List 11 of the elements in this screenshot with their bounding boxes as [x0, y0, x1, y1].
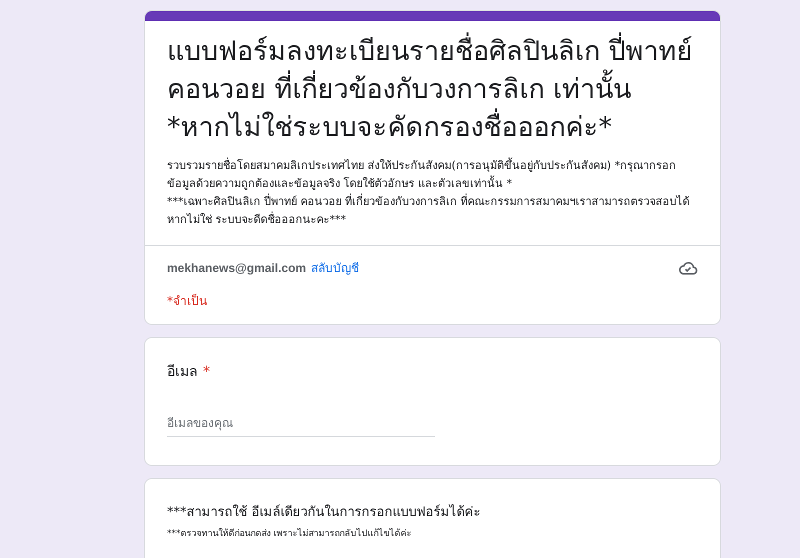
form-description: ***เฉพาะศิลปินลิเก ปี่พาทย์ คอนวอย ที่เกี่ยวข้องกับวงการลิเก ที่คณะกรรมการสมาคมฯเราสามารถตรวจสอบได้ หากไม่ใช่ ระบบจะดีดชื่อออกนะคะ*** — [167, 193, 690, 228]
switch-account-link[interactable]: สลับบัญชี — [311, 258, 360, 277]
cloud-check-icon — [678, 260, 698, 276]
required-mark: * — [203, 364, 210, 380]
required-note: *จำเป็น — [166, 292, 208, 310]
notice-title: ***สามารถใช้ อีเมล์เดียวกันในการกรอกแบบฟอร์มได้ค่ะ — [167, 503, 482, 522]
form-description: รวบรวมรายชื่อโดยสมาคมลิเกประเทศไทย ส่งให้ประกันสังคม(การอนุมัติขึ้นอยู่กับประกันสังคม) *กรุณากรอกข้อมูลด้วยความถูกต้องและข้อมูลจริง โดยใช้ตัวอักษร และตัวเลขเท่านั้น * — [167, 157, 678, 192]
notice-text: ***ตรวจทานให้ดีก่อนกดส่ง เพราะไม่สามารถกลับไปแก้ไขได้ค่ะ — [167, 526, 412, 540]
account-email: mekhanews@gmail.com — [167, 261, 306, 275]
question-label: อีเมล — [167, 363, 198, 382]
form-title: แบบฟอร์มลงทะเบียนรายชื่อศิลปินลิเก ปี่พาทย์ คอนวอย ที่เกี่ยวข้องกับวงการลิเก เท่านั้น *หากไม่ใช่ระบบจะคัดกรองชื่อออกค่ะ* — [167, 33, 698, 147]
